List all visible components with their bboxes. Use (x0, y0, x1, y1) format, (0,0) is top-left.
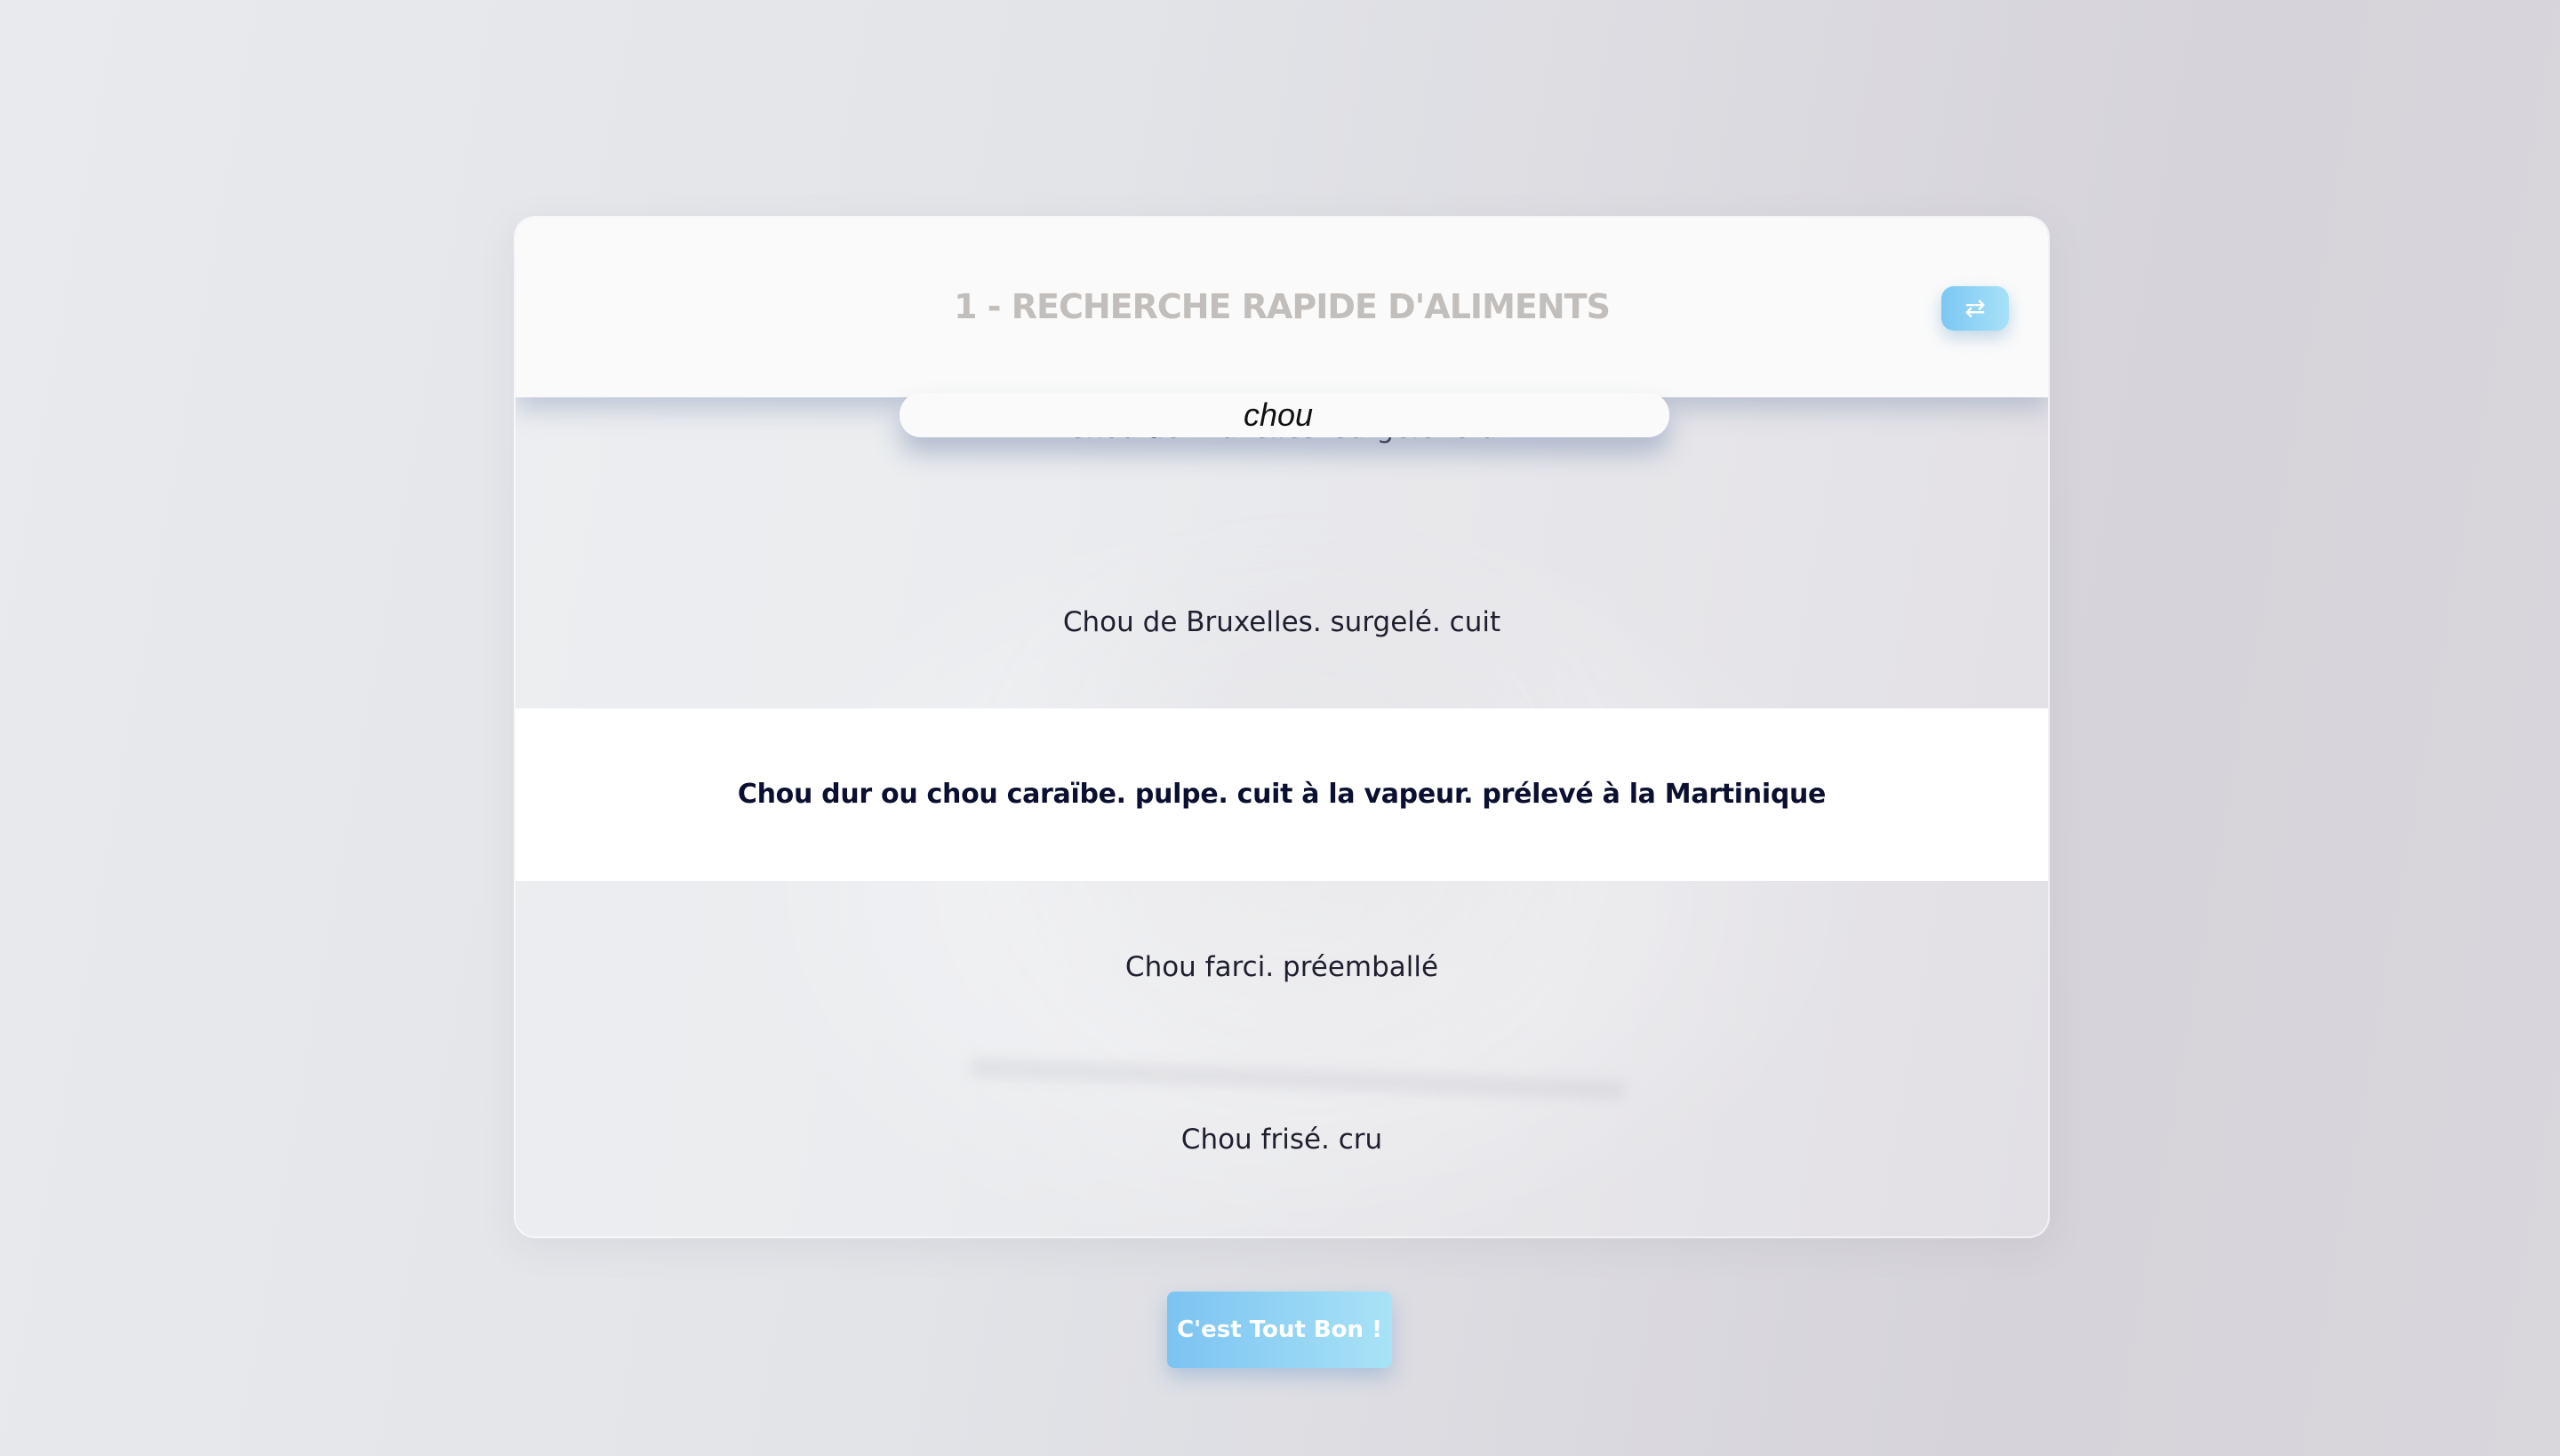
search-field (900, 393, 1669, 437)
result-item[interactable]: Chou de Bruxelles. surgelé. cuit (516, 536, 2048, 708)
confirm-button[interactable]: C'est Tout Bon ! (1167, 1292, 1392, 1368)
result-item-label: Chou de Bruxelles. surgelé. cuit (1062, 606, 1501, 638)
search-input[interactable] (900, 393, 1669, 437)
swap-button[interactable]: ⇄ (1941, 286, 2009, 331)
results-list: Chou de Bruxelles. surgelé. cru Chou de … (516, 397, 2048, 1226)
page-title: 1 - RECHERCHE RAPIDE D'ALIMENTS (954, 287, 1611, 326)
result-item-label: Chou frisé. cru (1180, 1124, 1383, 1156)
result-item-label: Chou dur ou chou caraïbe. pulpe. cuit à … (737, 779, 1827, 810)
swap-arrows-icon: ⇄ (1964, 293, 1986, 323)
food-search-card: 1 - RECHERCHE RAPIDE D'ALIMENTS ⇄ Chou d… (514, 216, 2050, 1238)
result-item-selected[interactable]: Chou dur ou chou caraïbe. pulpe. cuit à … (516, 708, 2048, 881)
result-item[interactable]: Chou frisé. cru (516, 1053, 2048, 1226)
result-item[interactable]: Chou farci. préemballé (516, 881, 2048, 1053)
result-item-label: Chou farci. préemballé (1124, 951, 1439, 983)
card-header: 1 - RECHERCHE RAPIDE D'ALIMENTS ⇄ (516, 218, 2048, 397)
